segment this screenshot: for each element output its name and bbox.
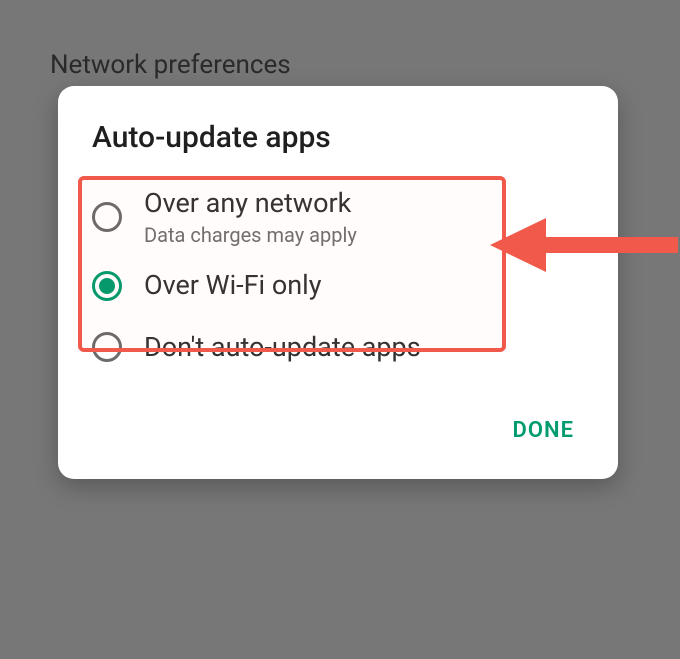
option-over-wifi-only[interactable]: Over Wi-Fi only [58, 255, 618, 317]
option-sublabel: Data charges may apply [144, 223, 357, 247]
radio-icon [92, 202, 122, 232]
option-over-any-network[interactable]: Over any network Data charges may apply [58, 179, 618, 255]
option-label: Don't auto-update apps [144, 331, 421, 365]
option-label: Over Wi-Fi only [144, 269, 321, 303]
radio-group: Over any network Data charges may apply … [58, 173, 618, 384]
dialog-title: Auto-update apps [58, 120, 618, 173]
option-label: Over any network [144, 187, 357, 221]
dialog-actions: DONE [58, 384, 618, 455]
auto-update-dialog: Auto-update apps Over any network Data c… [58, 86, 618, 479]
done-button[interactable]: DONE [503, 410, 584, 451]
option-text: Over any network Data charges may apply [144, 187, 357, 247]
radio-icon [92, 332, 122, 362]
radio-icon-selected [92, 271, 122, 301]
option-text: Over Wi-Fi only [144, 269, 321, 303]
page-header: Network preferences [50, 50, 291, 80]
option-text: Don't auto-update apps [144, 331, 421, 365]
option-dont-auto-update[interactable]: Don't auto-update apps [58, 317, 618, 379]
